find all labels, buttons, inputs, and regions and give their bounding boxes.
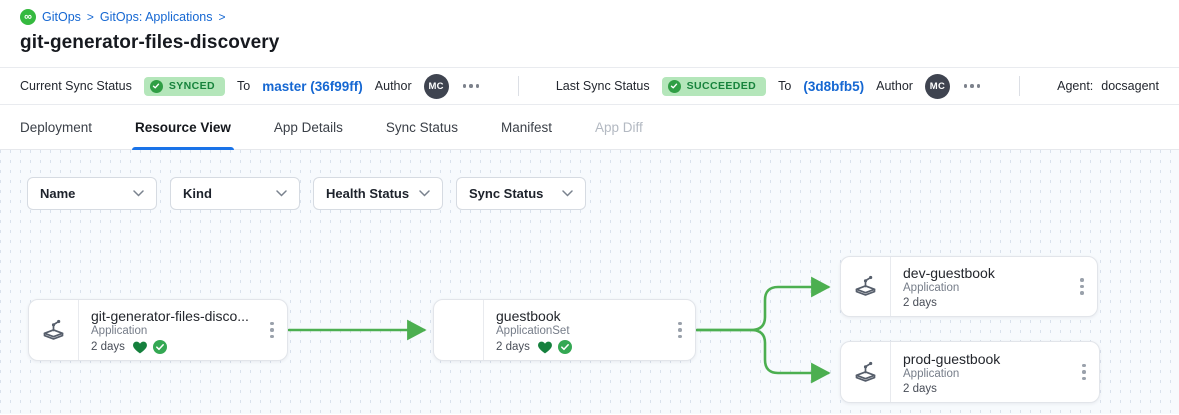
agent-info: Agent: docsagent <box>1057 79 1159 93</box>
node-icon-area <box>29 300 79 360</box>
sync-check-icon <box>558 340 572 354</box>
graph-node-guestbook[interactable]: guestbook ApplicationSet 2 days <box>433 299 696 361</box>
tab-resource-view[interactable]: Resource View <box>135 105 231 149</box>
node-icon-area <box>841 342 891 402</box>
application-resource-icon <box>40 317 67 344</box>
chevron-down-icon <box>419 190 430 197</box>
current-revision-link[interactable]: master (36f99ff) <box>262 79 363 94</box>
filter-dropdown-name[interactable]: Name <box>27 177 157 210</box>
node-title: dev-guestbook <box>903 265 1063 281</box>
node-title: git-generator-files-disco... <box>91 308 253 324</box>
last-to-label: To <box>778 79 791 93</box>
chevron-down-icon <box>562 190 573 197</box>
filter-label: Name <box>40 186 75 201</box>
health-heart-icon <box>537 340 553 354</box>
node-menu-button[interactable] <box>1069 342 1099 402</box>
filter-label: Health Status <box>326 186 409 201</box>
node-body: git-generator-files-disco... Application… <box>79 300 257 360</box>
node-icon-area <box>841 257 891 316</box>
breadcrumb: ∞ GitOps > GitOps: Applications > <box>20 9 1159 25</box>
last-revision-link[interactable]: (3d8bfb5) <box>803 79 864 94</box>
tab-app-details[interactable]: App Details <box>274 105 343 149</box>
last-sync-status-badge: SUCCEEDED <box>662 77 767 96</box>
node-kind: Application <box>903 282 1063 294</box>
breadcrumb-separator: > <box>87 10 94 24</box>
agent-label: Agent: <box>1057 79 1093 93</box>
application-resource-icon <box>852 359 879 386</box>
current-to-label: To <box>237 79 250 93</box>
status-bar: Current Sync Status SYNCED To master (36… <box>0 67 1179 105</box>
current-author-label: Author <box>375 79 412 93</box>
last-sync-status-group: Last Sync Status SUCCEEDED To (3d8bfb5) … <box>556 74 983 99</box>
tab-bar: Deployment Resource View App Details Syn… <box>0 105 1179 150</box>
status-bar-divider <box>1019 76 1020 96</box>
chevron-down-icon <box>276 190 287 197</box>
agent-value: docsagent <box>1101 79 1159 93</box>
node-menu-button[interactable] <box>257 300 287 360</box>
node-kind: Application <box>91 325 253 337</box>
gitops-application-page: ∞ GitOps > GitOps: Applications > git-ge… <box>0 0 1179 415</box>
page-title: git-generator-files-discovery <box>20 32 1159 54</box>
node-age: 2 days <box>903 383 937 395</box>
tab-app-diff[interactable]: App Diff <box>595 105 643 149</box>
graph-node-git-generator-files-discovery[interactable]: git-generator-files-disco... Application… <box>28 299 288 361</box>
health-heart-icon <box>132 340 148 354</box>
node-icon-area <box>434 300 484 360</box>
sync-check-icon <box>153 340 167 354</box>
node-body: guestbook ApplicationSet 2 days <box>484 300 665 360</box>
node-title: prod-guestbook <box>903 351 1065 367</box>
chevron-down-icon <box>133 190 144 197</box>
graph-node-prod-guestbook[interactable]: prod-guestbook Application 2 days <box>840 341 1100 403</box>
last-author-avatar: MC <box>925 74 950 99</box>
current-sync-status-label: Current Sync Status <box>20 79 132 93</box>
tab-sync-status[interactable]: Sync Status <box>386 105 458 149</box>
filter-label: Sync Status <box>469 186 543 201</box>
breadcrumb-link-gitops[interactable]: GitOps <box>42 10 81 24</box>
current-sync-status-badge: SYNCED <box>144 77 225 96</box>
node-body: dev-guestbook Application 2 days <box>891 257 1067 316</box>
gitops-logo-icon: ∞ <box>20 9 36 25</box>
current-sync-status-badge-label: SYNCED <box>169 80 215 92</box>
status-bar-divider <box>518 76 519 96</box>
node-age: 2 days <box>91 341 125 353</box>
check-circle-icon <box>668 80 681 93</box>
node-kind: ApplicationSet <box>496 325 661 337</box>
node-kind: Application <box>903 368 1065 380</box>
tab-manifest[interactable]: Manifest <box>501 105 552 149</box>
last-sync-status-label: Last Sync Status <box>556 79 650 93</box>
last-more-options-button[interactable] <box>962 80 983 92</box>
graph-node-dev-guestbook[interactable]: dev-guestbook Application 2 days <box>840 256 1098 317</box>
current-author-avatar: MC <box>424 74 449 99</box>
filter-label: Kind <box>183 186 212 201</box>
application-resource-icon <box>852 273 879 300</box>
last-sync-status-badge-label: SUCCEEDED <box>687 80 757 92</box>
last-author-label: Author <box>876 79 913 93</box>
breadcrumb-separator: > <box>218 10 225 24</box>
node-age: 2 days <box>496 341 530 353</box>
page-header: ∞ GitOps > GitOps: Applications > git-ge… <box>0 0 1179 67</box>
node-menu-button[interactable] <box>665 300 695 360</box>
filter-dropdown-kind[interactable]: Kind <box>170 177 300 210</box>
node-title: guestbook <box>496 308 661 324</box>
filter-dropdown-health-status[interactable]: Health Status <box>313 177 443 210</box>
resource-graph-canvas[interactable]: Name Kind Health Status Sync Status <box>0 150 1179 414</box>
graph-filters: Name Kind Health Status Sync Status <box>27 177 586 210</box>
tab-deployment[interactable]: Deployment <box>20 105 92 149</box>
current-sync-status-group: Current Sync Status SYNCED To master (36… <box>20 74 481 99</box>
current-more-options-button[interactable] <box>461 80 482 92</box>
node-menu-button[interactable] <box>1067 257 1097 316</box>
filter-dropdown-sync-status[interactable]: Sync Status <box>456 177 586 210</box>
node-body: prod-guestbook Application 2 days <box>891 342 1069 402</box>
breadcrumb-link-applications[interactable]: GitOps: Applications <box>100 10 213 24</box>
check-circle-icon <box>150 80 163 93</box>
node-age: 2 days <box>903 297 937 309</box>
